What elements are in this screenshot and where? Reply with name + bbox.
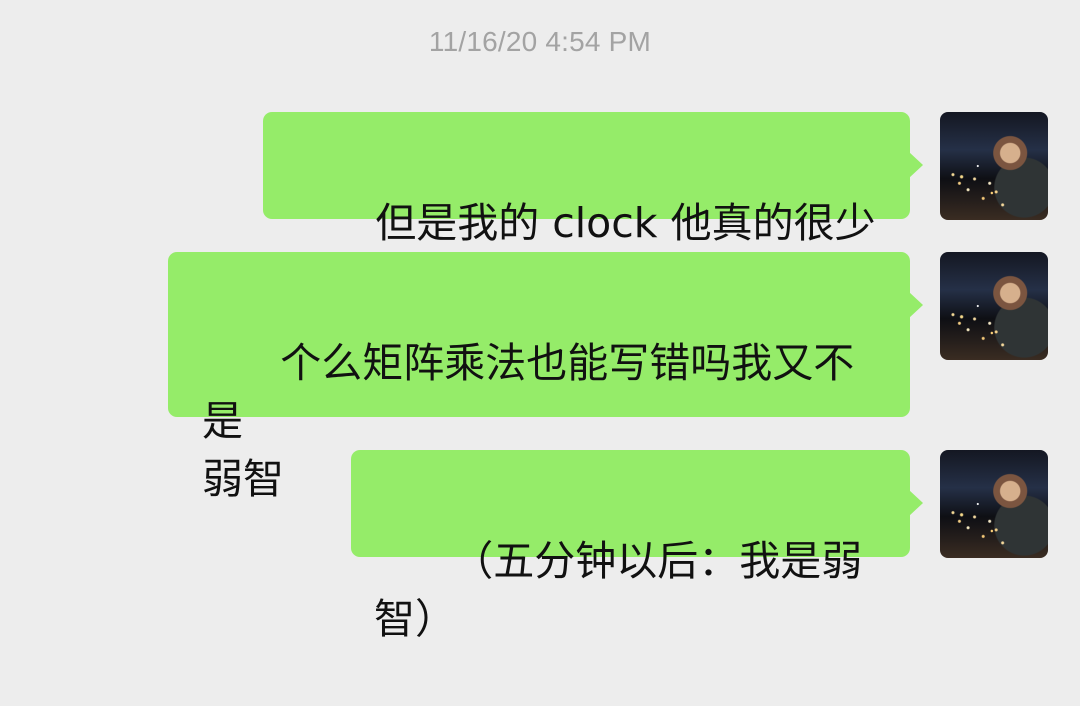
city-lights-decoration [940,252,1048,360]
message-bubble[interactable]: 个么矩阵乘法也能写错吗我又不是 弱智 [168,252,923,503]
message-bubble[interactable]: 但是我的 clock 他真的很少啊 [263,112,923,305]
city-lights-decoration [940,450,1048,558]
city-lights-decoration [940,112,1048,220]
user-avatar-photo[interactable] [940,450,1048,558]
message-text: （五分钟以后：我是弱智） [374,537,863,643]
chat-timestamp: 11/16/20 4:54 PM [428,26,652,57]
message-bubble[interactable]: （五分钟以后：我是弱智） [351,450,923,643]
user-avatar-photo[interactable] [940,112,1048,220]
user-avatar-photo[interactable] [940,252,1048,360]
